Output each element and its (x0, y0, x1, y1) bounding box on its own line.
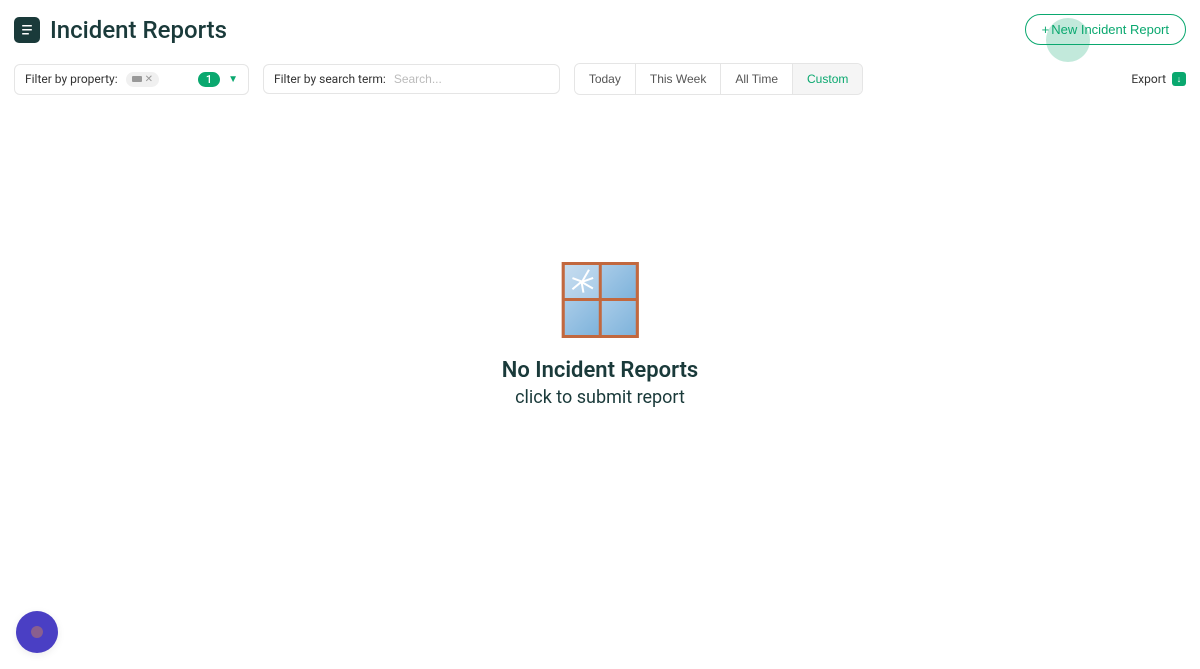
broken-window-icon (561, 262, 638, 338)
property-count-badge: 1 (198, 72, 220, 87)
export-label: Export (1131, 72, 1166, 86)
empty-state-title: No Incident Reports (502, 358, 698, 383)
page-header: Incident Reports + New Incident Report (0, 0, 1200, 59)
property-chip-icon (132, 76, 142, 82)
chip-close-icon[interactable]: ✕ (145, 74, 153, 85)
time-filter-group: Today This Week All Time Custom (574, 63, 864, 95)
toolbar: Filter by property: ✕ 1 ▼ Filter by sear… (0, 59, 1200, 99)
property-filter[interactable]: Filter by property: ✕ 1 ▼ (14, 64, 249, 95)
time-filter-all-time[interactable]: All Time (721, 64, 793, 94)
plus-icon: + (1042, 22, 1050, 37)
page-title: Incident Reports (50, 16, 227, 44)
empty-state-subtitle: click to submit report (515, 387, 685, 408)
new-report-label: New Incident Report (1051, 22, 1169, 37)
time-filter-custom[interactable]: Custom (793, 64, 862, 94)
help-icon (31, 626, 43, 638)
time-filter-this-week[interactable]: This Week (636, 64, 721, 94)
help-button[interactable] (16, 611, 58, 653)
property-filter-label: Filter by property: (25, 72, 118, 86)
header-left: Incident Reports (14, 16, 227, 44)
search-filter: Filter by search term: (263, 64, 560, 94)
export-button[interactable]: Export ↓ (1131, 72, 1186, 86)
search-input[interactable] (394, 72, 549, 86)
download-icon: ↓ (1172, 72, 1186, 86)
property-chip[interactable]: ✕ (126, 72, 159, 87)
time-filter-today[interactable]: Today (575, 64, 636, 94)
search-label: Filter by search term: (274, 72, 386, 86)
empty-state[interactable]: No Incident Reports click to submit repo… (502, 262, 698, 408)
reports-icon (14, 17, 40, 43)
new-incident-report-button[interactable]: + New Incident Report (1025, 14, 1186, 45)
chevron-down-icon[interactable]: ▼ (228, 74, 238, 85)
